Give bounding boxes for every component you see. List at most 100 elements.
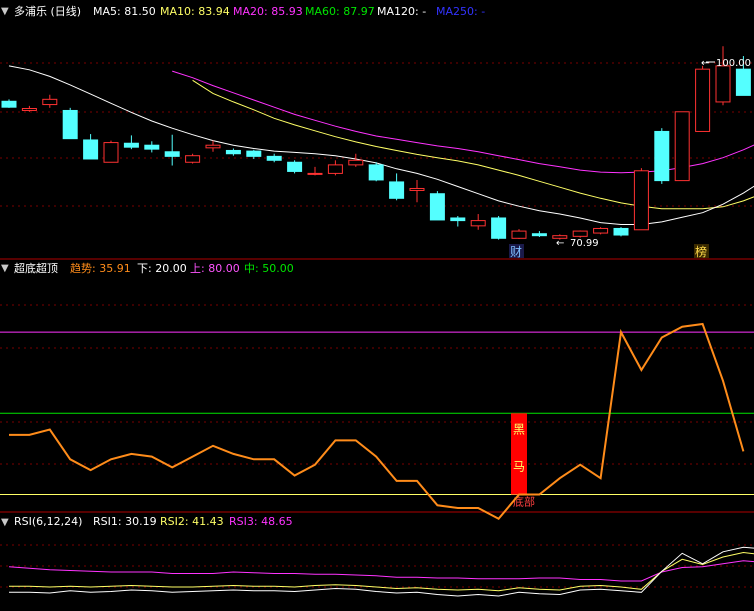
candle: [368, 162, 384, 182]
candle: [287, 160, 303, 174]
candle: [470, 214, 486, 230]
low-price-marker: ← 70.99: [556, 238, 599, 249]
candle-body: [42, 98, 58, 106]
candle-body: [103, 142, 119, 163]
chart-gridlines: [0, 62, 754, 588]
indicator-title: 超底超顶: [14, 261, 58, 275]
candle: [123, 135, 139, 150]
candle: [409, 179, 425, 203]
candle-body: [368, 164, 384, 181]
rsi3-line: [8, 560, 754, 582]
candle: [144, 141, 160, 153]
trend-line: [9, 322, 745, 521]
candle-body: [123, 142, 139, 148]
candle: [185, 153, 201, 164]
ma10-line: [192, 79, 754, 210]
rsi1-readout: RSI1: 30.19: [93, 515, 157, 528]
candle-body: [246, 150, 262, 157]
candle: [103, 140, 119, 163]
candle: [21, 105, 37, 112]
candle: [83, 134, 99, 160]
ma10-readout: MA10: 83.94: [160, 5, 230, 18]
candle: [225, 148, 241, 156]
candle-body: [511, 230, 527, 239]
candle-body: [450, 217, 466, 222]
candle-body: [327, 164, 343, 174]
candle: [307, 166, 323, 176]
candle-body: [185, 155, 201, 163]
ranking-badge[interactable]: 榜: [694, 244, 709, 259]
ma20-readout: MA20: 85.93: [233, 5, 303, 18]
candle-body: [1, 100, 17, 108]
candle-body: [164, 151, 180, 157]
upper-readout: 上: 80.00: [190, 262, 240, 275]
high-price-label: 100.00: [716, 58, 751, 69]
candle-body: [674, 111, 690, 182]
candle-body: [83, 139, 99, 160]
ma250-readout: MA250: -: [436, 5, 485, 18]
stock-title: 多浦乐 (日线): [14, 4, 81, 18]
candle: [572, 230, 588, 238]
candle-body: [144, 144, 160, 150]
candle-body: [429, 193, 445, 221]
candle: [511, 229, 527, 239]
candle-body: [470, 220, 486, 227]
candle: [450, 216, 466, 227]
financial-report-badge[interactable]: 财: [509, 244, 524, 259]
candle-body: [348, 159, 364, 166]
indicator-header: 超底超顶 趋势: 35.91 下: 20.00 上: 80.00 中: 50.0…: [14, 261, 294, 275]
candle: [266, 153, 282, 163]
ma120-readout: MA120: -: [377, 5, 426, 18]
candle: [348, 153, 364, 167]
candle-body: [62, 109, 78, 140]
candle: [633, 168, 649, 231]
candle-body: [735, 68, 751, 96]
candle-body: [307, 172, 323, 175]
rsi-header-menu-icon[interactable]: ▼: [1, 517, 9, 528]
ma5-readout: MA5: 81.50: [93, 5, 156, 18]
rsi2-readout: RSI2: 41.43: [160, 515, 224, 528]
candle-body: [654, 130, 670, 182]
candle: [531, 231, 547, 237]
candle-body: [531, 233, 547, 237]
candle: [695, 65, 711, 132]
candle: [42, 94, 58, 108]
indicator-header-menu-icon[interactable]: ▼: [1, 263, 9, 274]
ranking-label: 榜: [695, 244, 707, 259]
candle: [429, 191, 445, 221]
mid-readout: 中: 50.00: [244, 262, 294, 275]
candle: [491, 216, 507, 240]
candle-body: [266, 155, 282, 161]
candle: [654, 128, 670, 184]
indicator-reference-lines: [0, 331, 754, 495]
candle: [164, 134, 180, 166]
svg-text:←: ←: [556, 238, 564, 249]
signal-char-ma: 马: [513, 459, 525, 473]
candle-body: [572, 230, 588, 237]
candle-body: [409, 187, 425, 191]
lower-readout: 下: 20.00: [137, 262, 187, 275]
candle-body: [613, 227, 629, 236]
candle-body: [389, 181, 405, 199]
financial-report-label: 财: [510, 245, 522, 259]
main-header-menu-icon[interactable]: ▼: [1, 6, 9, 17]
candle: [327, 160, 343, 176]
rsi-header: RSI(6,12,24) RSI1: 30.19 RSI2: 41.43 RSI…: [14, 515, 293, 528]
candle: [1, 99, 17, 108]
stock-chart-canvas[interactable]: ▼ 多浦乐 (日线) MA5: 81.50 MA10: 83.94 MA20: …: [0, 0, 754, 611]
signal-char-hei: 黑: [513, 422, 525, 436]
candle: [613, 227, 629, 237]
candle-body: [21, 108, 37, 111]
candle-body: [593, 227, 609, 234]
candlestick-series: [1, 46, 751, 240]
rsi-title: RSI(6,12,24): [14, 515, 82, 528]
candle: [62, 107, 78, 140]
candle: [674, 111, 690, 182]
candle: [205, 140, 221, 152]
candle-body: [491, 217, 507, 239]
candle: [715, 46, 731, 106]
candle: [389, 173, 405, 201]
low-price-label: 70.99: [570, 238, 599, 249]
trend-readout: 趋势: 35.91: [70, 262, 131, 275]
high-price-marker: ← 100.00: [701, 58, 751, 69]
